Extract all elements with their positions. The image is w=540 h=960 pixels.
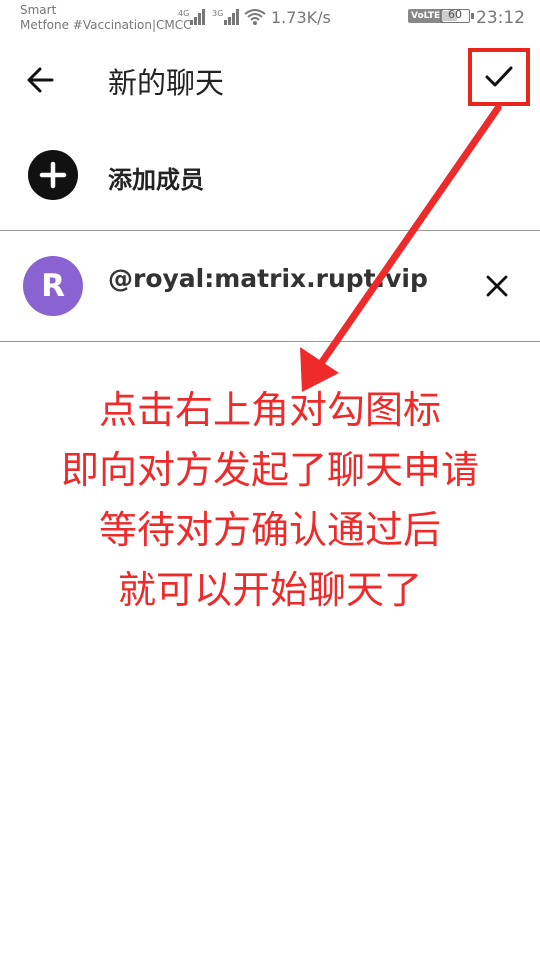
battery-icon: 60 xyxy=(440,8,470,23)
page-title: 新的聊天 xyxy=(108,66,225,100)
annotation-line: 就可以开始聊天了 xyxy=(117,568,422,612)
carrier-secondary: Metfone #Vaccination|CMCC xyxy=(20,18,192,32)
add-member-row[interactable]: 添加成员 xyxy=(0,120,540,230)
signal-3g-icon: 3G xyxy=(212,9,239,25)
add-member-label: 添加成员 xyxy=(108,166,204,194)
back-button[interactable] xyxy=(20,58,64,102)
battery-tip xyxy=(471,13,474,19)
clock: 23:12 xyxy=(476,8,525,28)
battery-percent: 60 xyxy=(448,8,462,21)
signal-4g-icon: 4G xyxy=(178,9,205,25)
app-bar: 新的聊天 xyxy=(0,40,540,120)
annotation-line: 即向对方发起了聊天申请 xyxy=(60,448,479,492)
annotation-line: 点击右上角对勾图标 xyxy=(98,388,441,432)
carrier-name: Smart xyxy=(20,3,57,17)
annotation-text: 点击右上角对勾图标 即向对方发起了聊天申请 等待对方确认通过后 就可以开始聊天了 xyxy=(0,380,540,620)
confirm-button[interactable] xyxy=(468,48,530,106)
annotation-line: 等待对方确认通过后 xyxy=(98,508,441,552)
arrow-left-icon xyxy=(27,67,54,93)
divider xyxy=(0,341,540,342)
plus-circle-icon xyxy=(28,150,78,200)
close-icon xyxy=(486,275,508,297)
member-list-item: R @royal:matrix.rupt.vip xyxy=(0,231,540,341)
member-id: @royal:matrix.rupt.vip xyxy=(108,264,428,293)
status-bar: Smart Metfone #Vaccination|CMCC 4G 3G 1.… xyxy=(0,0,540,36)
check-icon xyxy=(485,66,513,87)
volte-badge: VoLTE xyxy=(408,9,444,23)
remove-member-button[interactable] xyxy=(478,267,516,305)
wifi-icon xyxy=(244,9,266,25)
avatar: R xyxy=(23,256,83,316)
svg-text:3G: 3G xyxy=(212,9,223,18)
svg-text:4G: 4G xyxy=(178,9,189,18)
network-speed: 1.73K/s xyxy=(271,8,331,27)
